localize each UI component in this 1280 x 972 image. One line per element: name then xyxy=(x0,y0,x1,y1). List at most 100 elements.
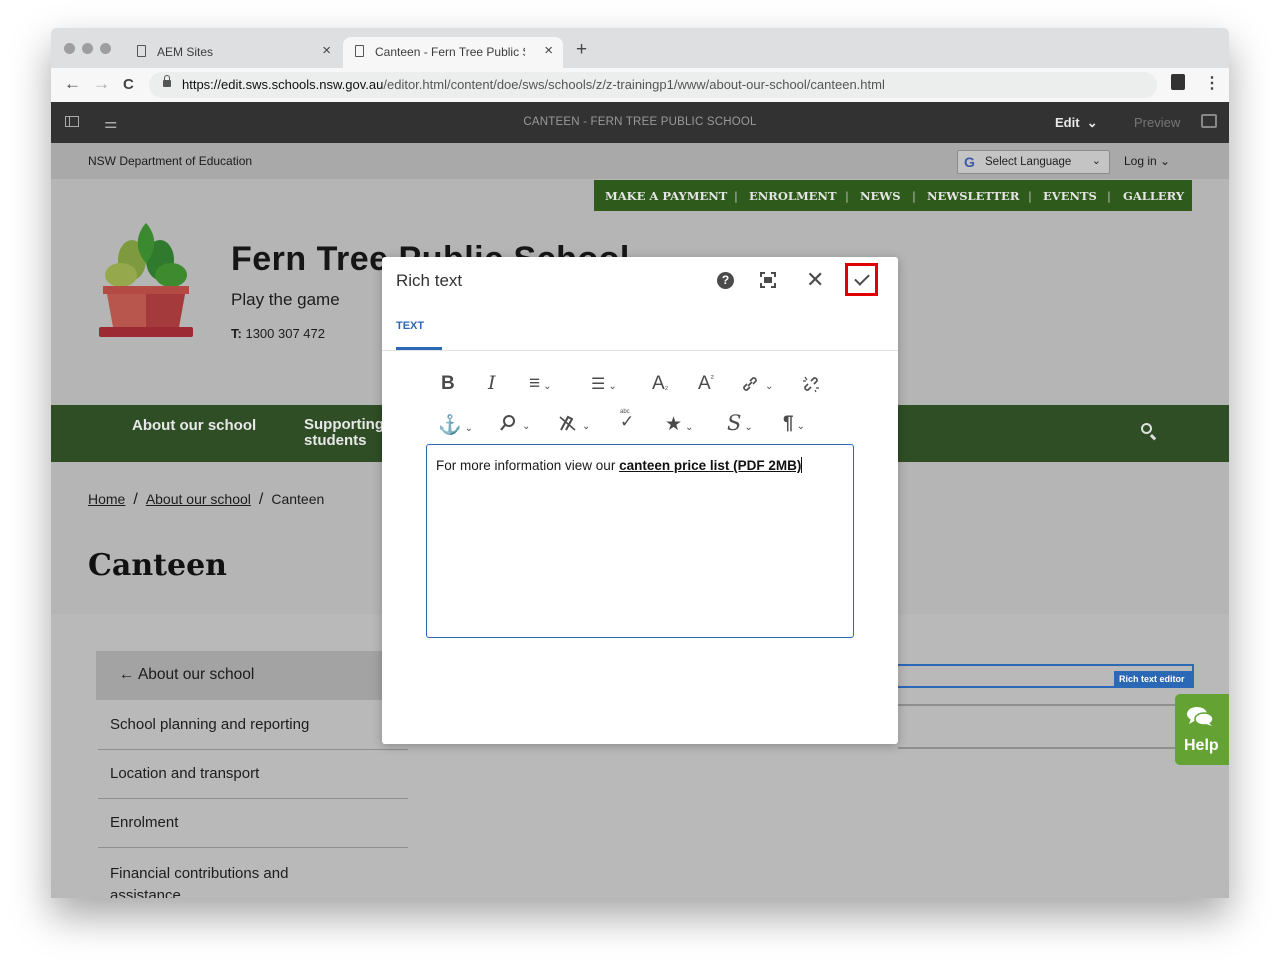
paragraph-dropdown[interactable]: ¶ ⌄ xyxy=(783,413,805,435)
breadcrumb-separator: / xyxy=(258,491,264,508)
clear-dropdown[interactable]: ⌄ xyxy=(579,413,590,435)
sidenav-item[interactable]: Location and transport xyxy=(98,749,408,799)
justify-icon: ≡ xyxy=(529,373,541,394)
chevron-down-icon: ⌄ xyxy=(608,381,617,392)
done-checkmark-button[interactable] xyxy=(845,263,878,296)
chevron-down-icon: ⌄ xyxy=(1091,155,1101,167)
minimize-window-dot[interactable] xyxy=(82,43,93,54)
nav-item-about[interactable]: About our school xyxy=(132,417,256,434)
paragraph-icon: ¶ xyxy=(783,413,794,434)
nav-item-supporting[interactable]: Supporting students xyxy=(304,417,384,449)
chat-bubbles-icon xyxy=(1187,707,1213,726)
lock-icon xyxy=(163,75,171,87)
department-name: NSW Department of Education xyxy=(88,154,253,168)
extension-icon[interactable] xyxy=(1171,74,1185,90)
editor-content[interactable]: For more information view our canteen pr… xyxy=(436,457,803,473)
language-select[interactable]: G Select Language ⌄ xyxy=(957,150,1110,174)
sidenav-item[interactable]: School planning and reporting xyxy=(98,700,408,750)
list-dropdown[interactable]: ☰ ⌄ xyxy=(591,374,617,394)
utility-separator: | xyxy=(845,189,849,203)
language-label: Select Language xyxy=(985,156,1072,168)
superscript-button[interactable]: A² xyxy=(698,373,714,395)
chevron-down-icon: ⌄ xyxy=(464,423,474,434)
breadcrumb-current: Canteen xyxy=(271,491,325,507)
utility-link-newsletter[interactable]: NEWSLETTER xyxy=(927,189,1019,203)
browser-menu-icon[interactable]: ⋮ xyxy=(1204,73,1220,93)
special-chars-dropdown[interactable]: ★ ⌄ xyxy=(665,413,693,436)
school-motto: Play the game xyxy=(231,290,340,309)
tab-text[interactable]: TEXT xyxy=(396,320,424,332)
chevron-down-icon: ⌄ xyxy=(582,421,591,432)
page-icon xyxy=(355,45,364,57)
tab-close-icon[interactable]: × xyxy=(544,42,553,59)
annotate-icon[interactable] xyxy=(1201,114,1217,128)
tab-close-icon[interactable]: × xyxy=(322,42,331,59)
chevron-down-icon: ⌄ xyxy=(685,422,694,433)
close-window-dot[interactable] xyxy=(64,43,75,54)
breadcrumb-home[interactable]: Home xyxy=(88,491,125,507)
tab-canteen[interactable]: Canteen - Fern Tree Public Sch × xyxy=(343,37,563,68)
subscript-icon: A xyxy=(652,373,665,394)
justify-dropdown[interactable]: ≡ ⌄ xyxy=(529,373,551,395)
url-field[interactable]: https://edit.sws.schools.nsw.gov.au/edit… xyxy=(149,72,1157,98)
sidenav-back-link[interactable]: ← About our school xyxy=(96,651,408,700)
empty-component[interactable] xyxy=(898,704,1194,749)
utility-link-events[interactable]: EVENTS xyxy=(1043,189,1097,203)
url-text: https://edit.sws.schools.nsw.gov.au/edit… xyxy=(182,77,885,92)
breadcrumb-separator: / xyxy=(133,491,138,508)
subscript-mark: ₂ xyxy=(664,381,669,391)
find-replace-icon[interactable] xyxy=(499,414,517,432)
styles-dropdown[interactable]: S ⌄ xyxy=(727,411,753,435)
school-phone: T: 1300 307 472 xyxy=(231,326,325,341)
link-dropdown[interactable]: ⌄ xyxy=(762,373,773,395)
link-icon[interactable] xyxy=(741,375,759,393)
zoom-window-dot[interactable] xyxy=(100,43,111,54)
sidenav-item[interactable]: Financial contributions and assistance xyxy=(98,847,408,898)
utility-separator: | xyxy=(734,189,738,203)
login-link[interactable]: Log in ⌄ xyxy=(1124,154,1170,168)
page-title: Canteen xyxy=(88,548,227,583)
mode-dropdown[interactable]: Edit ⌄ xyxy=(1055,115,1098,131)
checkmark-icon xyxy=(854,270,870,286)
find-dropdown[interactable]: ⌄ xyxy=(519,413,530,435)
utility-separator: | xyxy=(1107,189,1111,203)
chevron-down-icon: ⌄ xyxy=(1086,115,1098,130)
google-icon: G xyxy=(964,154,975,170)
tab-strip: AEM Sites × Canteen - Fern Tree Public S… xyxy=(51,28,1229,68)
search-icon[interactable] xyxy=(1141,423,1152,434)
address-bar: ← → C https://edit.sws.schools.nsw.gov.a… xyxy=(51,68,1229,103)
breadcrumb: Home / About our school / Canteen xyxy=(88,491,324,509)
help-icon[interactable]: ? xyxy=(717,272,734,289)
close-icon[interactable]: ✕ xyxy=(806,267,824,293)
utility-link-payment[interactable]: MAKE A PAYMENT xyxy=(605,189,727,203)
chevron-down-icon: ⌄ xyxy=(522,421,531,432)
anchor-dropdown[interactable]: ⚓ ⌄ xyxy=(438,413,473,437)
help-button[interactable]: Help xyxy=(1175,694,1229,765)
forward-button[interactable]: → xyxy=(93,74,110,94)
abc-label: abc xyxy=(620,409,630,415)
sidenav-item[interactable]: Enrolment xyxy=(98,798,408,848)
utility-link-enrolment[interactable]: ENROLMENT xyxy=(749,189,837,203)
italic-button[interactable]: I xyxy=(488,372,496,394)
aem-editor-bar: ⚌ CANTEEN - FERN TREE PUBLIC SCHOOL Edit… xyxy=(51,102,1229,143)
price-list-link[interactable]: canteen price list (PDF 2MB) xyxy=(619,458,801,473)
fullscreen-icon[interactable] xyxy=(760,272,776,288)
preview-button[interactable]: Preview xyxy=(1134,115,1180,130)
utility-link-gallery[interactable]: GALLERY xyxy=(1123,189,1184,203)
rich-text-editor[interactable]: For more information view our canteen pr… xyxy=(426,444,854,638)
utility-separator: | xyxy=(1028,189,1032,203)
text-style-clear-icon[interactable] xyxy=(558,414,578,432)
bold-button[interactable]: B xyxy=(441,373,455,395)
superscript-icon: A xyxy=(698,373,711,394)
new-tab-button[interactable]: + xyxy=(576,39,587,61)
help-label: Help xyxy=(1184,737,1219,754)
subscript-button[interactable]: A₂ xyxy=(652,373,668,395)
unlink-icon[interactable] xyxy=(802,375,820,393)
reload-button[interactable]: C xyxy=(123,76,134,93)
dialog-tabs: TEXT xyxy=(382,305,898,351)
utility-link-news[interactable]: NEWS xyxy=(860,189,901,203)
tab-aem-sites[interactable]: AEM Sites × xyxy=(125,37,341,68)
spellcheck-button[interactable]: abc ✓ xyxy=(620,409,634,432)
breadcrumb-about[interactable]: About our school xyxy=(146,491,251,507)
back-button[interactable]: ← xyxy=(64,74,81,94)
